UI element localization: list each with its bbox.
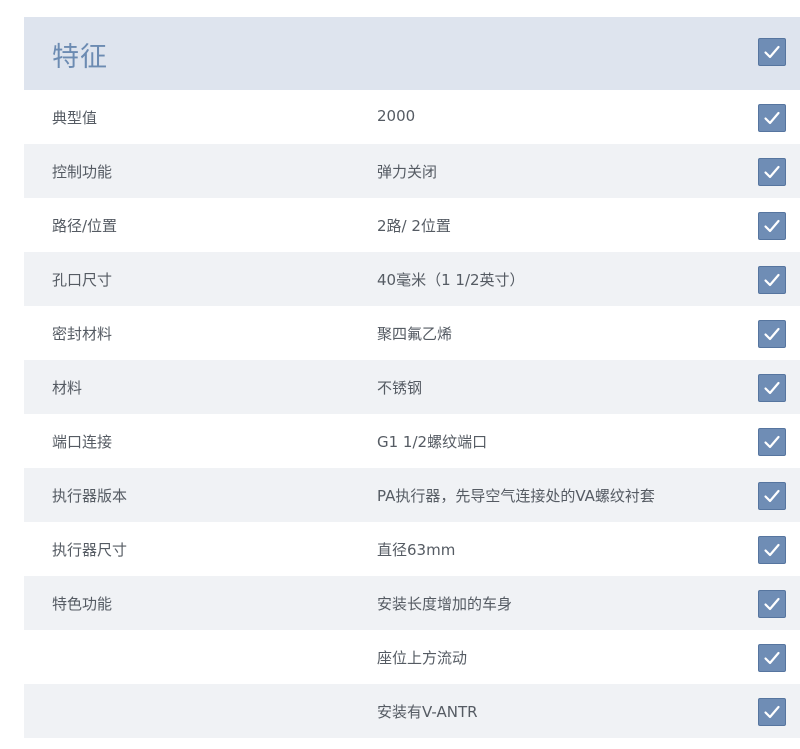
row-label: 端口连接 bbox=[52, 433, 113, 451]
row-value: PA执行器，先导空气连接处的VA螺纹衬套 bbox=[377, 487, 655, 505]
checkmark-icon bbox=[764, 705, 780, 719]
row-checkbox[interactable] bbox=[758, 266, 786, 294]
table-row: 控制功能 弹力关闭 bbox=[24, 144, 800, 198]
checkmark-icon bbox=[764, 381, 780, 395]
row-value: 安装长度增加的车身 bbox=[377, 595, 513, 613]
table-row: 端口连接 G1 1/2螺纹端口 bbox=[24, 414, 800, 468]
checkmark-icon bbox=[764, 327, 780, 341]
row-label: 控制功能 bbox=[52, 163, 113, 181]
row-label: 执行器尺寸 bbox=[52, 541, 128, 559]
row-value: 弹力关闭 bbox=[377, 163, 438, 181]
row-value: 安装有V-ANTR bbox=[377, 703, 478, 721]
row-value: G1 1/2螺纹端口 bbox=[377, 433, 488, 451]
row-checkbox[interactable] bbox=[758, 320, 786, 348]
table-row: 执行器版本 PA执行器，先导空气连接处的VA螺纹衬套 bbox=[24, 468, 800, 522]
row-value: 座位上方流动 bbox=[377, 649, 468, 667]
feature-table: 特征 典型值 2000 控制功能 弹力关闭路径/位置 2路/ 2位置孔口尺寸 40毫米（1… bbox=[24, 17, 800, 738]
checkmark-icon bbox=[764, 165, 780, 179]
checkmark-icon bbox=[764, 651, 780, 665]
row-checkbox[interactable] bbox=[758, 212, 786, 240]
row-checkbox[interactable] bbox=[758, 590, 786, 618]
row-label: 执行器版本 bbox=[52, 487, 128, 505]
header-checkbox[interactable] bbox=[758, 38, 786, 66]
table-row: 路径/位置 2路/ 2位置 bbox=[24, 198, 800, 252]
table-row: 特色功能 安装长度增加的车身 bbox=[24, 576, 800, 630]
row-value: 聚四氟乙烯 bbox=[377, 325, 453, 343]
section-title: 特征 bbox=[52, 42, 108, 73]
feature-rows: 典型值 2000 控制功能 弹力关闭路径/位置 2路/ 2位置孔口尺寸 40毫米（1 1/… bbox=[24, 90, 800, 738]
row-checkbox[interactable] bbox=[758, 428, 786, 456]
row-value: 直径63mm bbox=[377, 541, 456, 559]
row-label: 孔口尺寸 bbox=[52, 271, 113, 289]
feature-table-header: 特征 bbox=[24, 17, 800, 90]
table-row: 执行器尺寸 直径63mm bbox=[24, 522, 800, 576]
checkmark-icon bbox=[764, 543, 780, 557]
row-value: 不锈钢 bbox=[377, 379, 423, 397]
checkmark-icon bbox=[764, 45, 780, 59]
row-checkbox[interactable] bbox=[758, 644, 786, 672]
row-label: 路径/位置 bbox=[52, 217, 118, 235]
row-label: 材料 bbox=[52, 379, 83, 397]
table-row: 座位上方流动 bbox=[24, 630, 800, 684]
table-row: 孔口尺寸 40毫米（1 1/2英寸） bbox=[24, 252, 800, 306]
checkmark-icon bbox=[764, 273, 780, 287]
row-checkbox[interactable] bbox=[758, 482, 786, 510]
checkmark-icon bbox=[764, 435, 780, 449]
checkmark-icon bbox=[764, 597, 780, 611]
row-checkbox[interactable] bbox=[758, 536, 786, 564]
row-label: 密封材料 bbox=[52, 325, 113, 343]
row-checkbox[interactable] bbox=[758, 698, 786, 726]
row-value: 40毫米（1 1/2英寸） bbox=[377, 271, 525, 289]
checkmark-icon bbox=[764, 111, 780, 125]
row-checkbox[interactable] bbox=[758, 158, 786, 186]
row-checkbox[interactable] bbox=[758, 104, 786, 132]
table-row: 安装有V-ANTR bbox=[24, 684, 800, 738]
row-value: 2000 bbox=[377, 107, 416, 125]
checkmark-icon bbox=[764, 489, 780, 503]
row-value: 2路/ 2位置 bbox=[377, 217, 451, 235]
table-row: 典型值 2000 bbox=[24, 90, 800, 144]
table-row: 密封材料 聚四氟乙烯 bbox=[24, 306, 800, 360]
table-row: 材料 不锈钢 bbox=[24, 360, 800, 414]
row-label: 典型值 bbox=[52, 109, 98, 127]
row-checkbox[interactable] bbox=[758, 374, 786, 402]
checkmark-icon bbox=[764, 219, 780, 233]
row-label: 特色功能 bbox=[52, 595, 113, 613]
